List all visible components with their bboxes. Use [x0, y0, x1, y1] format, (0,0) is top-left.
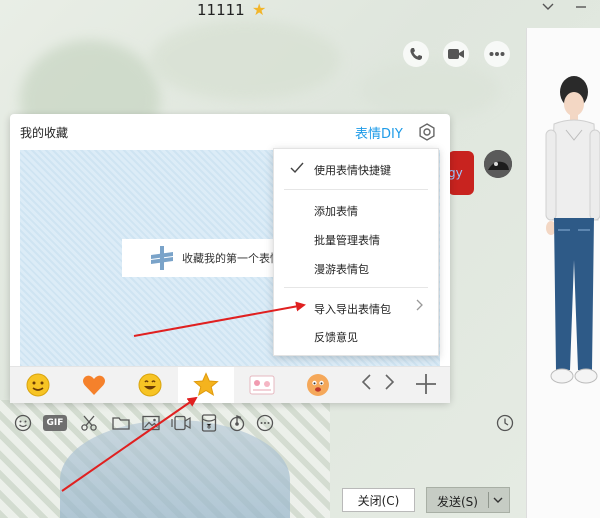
emoji-icon	[14, 414, 32, 432]
screen-record-icon	[171, 415, 191, 431]
menu-item-label: 反馈意见	[314, 331, 358, 344]
chevron-right-icon[interactable]	[382, 372, 396, 392]
scissors-icon	[80, 414, 98, 432]
screenshot-button[interactable]	[78, 412, 100, 434]
menu-item-emoji-shortcut[interactable]: 使用表情快捷键	[274, 156, 438, 182]
red-envelope-button[interactable]	[198, 412, 220, 434]
menu-item-add-emoji[interactable]: 添加表情	[274, 197, 438, 223]
image-icon	[142, 415, 160, 431]
gif-label: GIF	[46, 418, 64, 428]
more-tools-button[interactable]	[254, 412, 276, 434]
close-button[interactable]: 关闭(C)	[342, 488, 415, 512]
red-envelope-icon	[201, 414, 217, 432]
chevron-left-icon[interactable]	[360, 372, 374, 392]
checkmark-icon	[290, 162, 304, 174]
send-button-divider	[488, 492, 489, 508]
minimize-icon[interactable]	[574, 0, 594, 20]
chat-message-text: gy	[448, 166, 463, 180]
menu-item-roaming-packs[interactable]: 漫游表情包	[274, 255, 438, 281]
send-button[interactable]: 发送(S)	[426, 487, 510, 513]
send-image-button[interactable]	[140, 412, 162, 434]
tab-grin-emoji[interactable]	[122, 367, 178, 403]
title-bar: 11111 ★	[0, 0, 600, 24]
more-actions-button[interactable]	[484, 41, 510, 67]
chat-toolbar: GIF	[0, 408, 526, 436]
voice-call-button[interactable]	[403, 41, 429, 67]
avatar[interactable]	[484, 150, 512, 178]
add-tab-icon[interactable]	[415, 368, 437, 398]
background-foliage	[360, 60, 500, 120]
chevron-right-icon	[414, 298, 424, 312]
star-icon	[193, 372, 219, 398]
clock-icon	[496, 414, 514, 432]
menu-item-label: 添加表情	[314, 205, 358, 218]
gif-button[interactable]: GIF	[42, 412, 68, 434]
menu-divider	[284, 189, 428, 190]
chat-message-bubble: gy	[448, 151, 474, 195]
menu-item-import-export[interactable]: 导入导出表情包	[274, 295, 438, 321]
emoji-diy-link[interactable]: 表情DIY	[355, 123, 403, 142]
send-file-button[interactable]	[110, 412, 132, 434]
tab-character-emoji[interactable]	[290, 367, 346, 403]
window-title: 11111	[197, 1, 245, 19]
panel-title: 我的收藏	[20, 126, 69, 140]
send-button-label: 发送(S)	[437, 495, 478, 509]
show-avatar	[540, 70, 600, 400]
character-emoji-icon	[306, 373, 330, 397]
gif-icon: GIF	[43, 415, 67, 431]
sticker-pack-icon	[248, 373, 276, 397]
video-call-button[interactable]	[443, 41, 469, 67]
smile-emoji-icon	[26, 373, 50, 397]
qq-chat-window: 11111 ★ gy 我的收藏 表情DIY 收藏我的第一个表情 使用表情快捷键 …	[0, 0, 600, 518]
heart-icon	[82, 374, 106, 396]
message-history-button[interactable]	[494, 412, 516, 434]
emoji-tab-bar	[10, 366, 450, 403]
grin-emoji-icon	[138, 373, 162, 397]
emoji-button[interactable]	[12, 412, 34, 434]
screen-record-button[interactable]	[170, 412, 192, 434]
menu-item-label: 导入导出表情包	[314, 303, 391, 316]
tab-smile-emoji[interactable]	[10, 367, 66, 403]
more-icon	[256, 414, 274, 432]
star-icon: ★	[252, 0, 267, 19]
phone-icon	[408, 46, 424, 62]
menu-item-label: 漫游表情包	[314, 263, 369, 276]
music-icon	[228, 414, 246, 432]
chevron-down-icon[interactable]	[541, 0, 561, 20]
settings-context-menu: 使用表情快捷键 添加表情 批量管理表情 漫游表情包 导入导出表情包 反馈意见	[273, 148, 439, 356]
tab-favorites[interactable]	[178, 367, 234, 403]
menu-item-label: 使用表情快捷键	[314, 164, 391, 177]
tab-sticker-pack[interactable]	[234, 367, 290, 403]
menu-divider	[284, 287, 428, 288]
menu-item-batch-manage[interactable]: 批量管理表情	[274, 226, 438, 252]
chevron-down-icon[interactable]	[492, 491, 504, 509]
gear-icon[interactable]	[418, 123, 436, 141]
menu-item-label: 批量管理表情	[314, 234, 380, 247]
empty-hint-text: 收藏我的第一个表情	[182, 252, 281, 265]
add-favorite-icon	[148, 244, 176, 272]
video-icon	[447, 46, 465, 62]
menu-item-feedback[interactable]: 反馈意见	[274, 323, 438, 349]
tab-heart[interactable]	[66, 367, 122, 403]
more-icon	[489, 51, 505, 57]
music-button[interactable]	[226, 412, 248, 434]
folder-icon	[112, 415, 130, 431]
background-foliage	[150, 20, 340, 100]
